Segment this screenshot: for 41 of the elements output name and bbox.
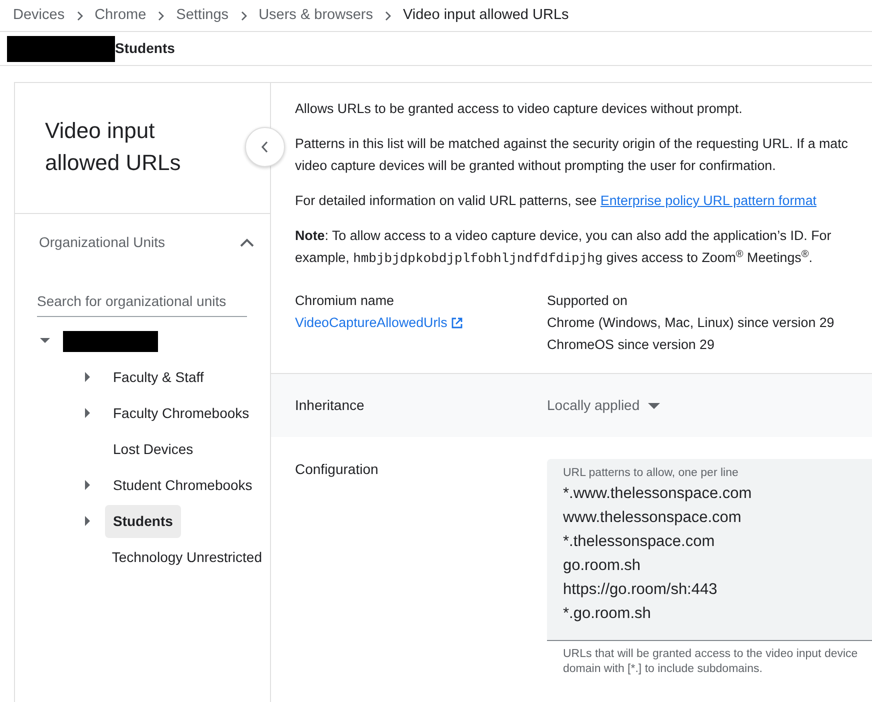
caret-right-icon[interactable] — [85, 480, 91, 490]
caret-down-icon[interactable] — [40, 338, 50, 344]
breadcrumb-link[interactable]: Chrome — [94, 4, 146, 26]
url-patterns-field[interactable]: URL patterns to allow, one per line *.www.thelessonspace.com www.thelessonspace.com *.thelessonspace.com go.room.sh https://go.room/sh:443 *.go.room.sh — [547, 459, 872, 642]
caret-right-icon[interactable] — [85, 372, 91, 382]
caret-down-icon — [648, 402, 660, 408]
breadcrumb-current: Video input allowed URLs — [402, 6, 569, 25]
caret-right-icon[interactable] — [85, 516, 91, 526]
external-link-icon — [451, 317, 464, 329]
note-text: Note: To allow access to a video capture device, you can also add the application’s ID. For example, hmbjbjdpkobdjplfobhljndfdfdipjhg gives access to Zoom$^{®}$ Meetings$^{®}$. — [295, 227, 832, 268]
supported-platforms-text: Chrome (Windows, Mac, Linux) since version 29 ChromeOS since version 29 — [547, 314, 834, 354]
chevron-up-icon[interactable] — [240, 238, 254, 247]
row-label: Inheritance — [295, 397, 364, 413]
chevron-right-icon — [240, 10, 248, 20]
policy-link[interactable]: Enterprise policy URL pattern format — [600, 193, 816, 208]
org-unit-name: Students — [115, 39, 175, 58]
org-unit-item[interactable]: Faculty Chromebooks — [105, 396, 258, 430]
info-text: For detailed information on valid URL patterns, see Enterprise policy URL pattern format — [295, 192, 818, 210]
section-title: Organizational Units — [39, 233, 166, 252]
description-text: Allows URLs to be granted access to video capture devices without prompt. — [295, 100, 744, 118]
caret-right-icon[interactable] — [85, 408, 91, 418]
chevron-right-icon — [157, 10, 166, 20]
breadcrumb-link[interactable]: Devices — [13, 4, 65, 26]
org-unit-item[interactable]: Technology Unrestricted — [104, 540, 270, 574]
breadcrumb-link[interactable]: Users & browsers — [258, 4, 373, 26]
org-unit-item[interactable]: Student Chromebooks — [105, 468, 260, 502]
org-unit-item[interactable]: Faculty & Staff — [105, 360, 212, 394]
description-text: Patterns in this list will be matched against the security origin of the requesting URL. If a matc video capture devices will be granted without prompting the user for confirmation. — [295, 135, 849, 175]
search-field[interactable]: Search for organizational units — [37, 287, 247, 317]
row-label: Configuration — [295, 461, 378, 477]
field-label: Supported on — [547, 292, 628, 310]
org-unit-item[interactable]: Lost Devices — [105, 432, 202, 466]
chromium-name-link[interactable]: VideoCaptureAllowedUrls — [295, 312, 464, 334]
chevron-left-icon — [261, 141, 269, 153]
field-label: Chromium name — [295, 292, 395, 310]
chevron-right-icon — [384, 10, 392, 20]
chevron-right-icon — [76, 10, 84, 20]
inheritance-dropdown[interactable]: Locally applied — [547, 395, 660, 416]
breadcrumb-link[interactable]: Settings — [176, 4, 229, 26]
org-unit-item[interactable]: Students — [105, 504, 181, 538]
helper-text: URLs that will be granted access to the video input device domain with [*.] to include subdomains. — [562, 647, 859, 678]
